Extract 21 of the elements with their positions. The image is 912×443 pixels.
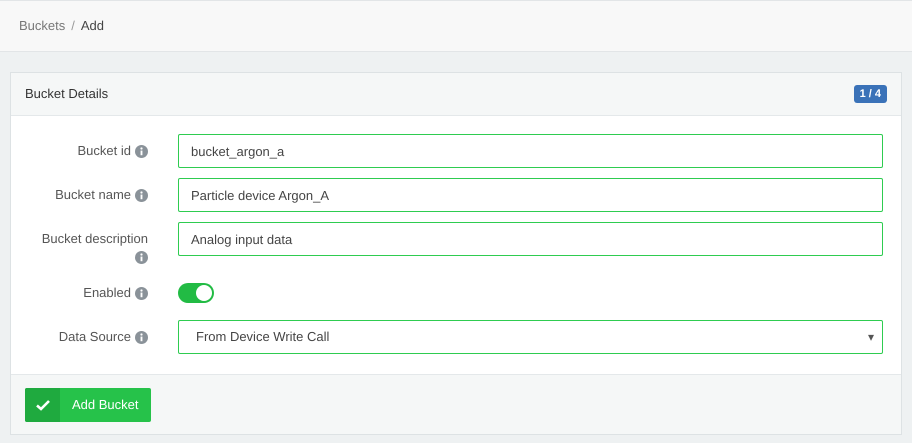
info-icon (135, 330, 148, 344)
text-field[interactable]: Analog input data (178, 222, 883, 256)
field-label: Enabled (83, 284, 131, 302)
field-label: Bucket name (55, 186, 131, 204)
field-label: Bucket description (42, 230, 148, 248)
text-field[interactable]: bucket_argon_a (178, 134, 883, 168)
select-field[interactable]: From Device Write Call ▾ (178, 320, 883, 354)
card-title: Bucket Details (25, 85, 108, 104)
field-label: Data Source (58, 328, 131, 346)
info-icon (135, 188, 148, 202)
info-icon (135, 144, 148, 158)
step-badge: 1 / 4 (854, 84, 887, 104)
info-icon (135, 286, 148, 300)
field-label: Bucket id (78, 142, 131, 160)
text-field[interactable]: Particle device Argon_A (178, 178, 883, 212)
breadcrumb-item: Add (80, 17, 104, 36)
breadcrumb-separator: / (71, 17, 75, 36)
checkmark-icon (36, 398, 50, 410)
toggle-switch[interactable] (178, 283, 214, 303)
info-icon (135, 251, 148, 264)
breadcrumb-item[interactable]: Buckets (19, 16, 66, 36)
